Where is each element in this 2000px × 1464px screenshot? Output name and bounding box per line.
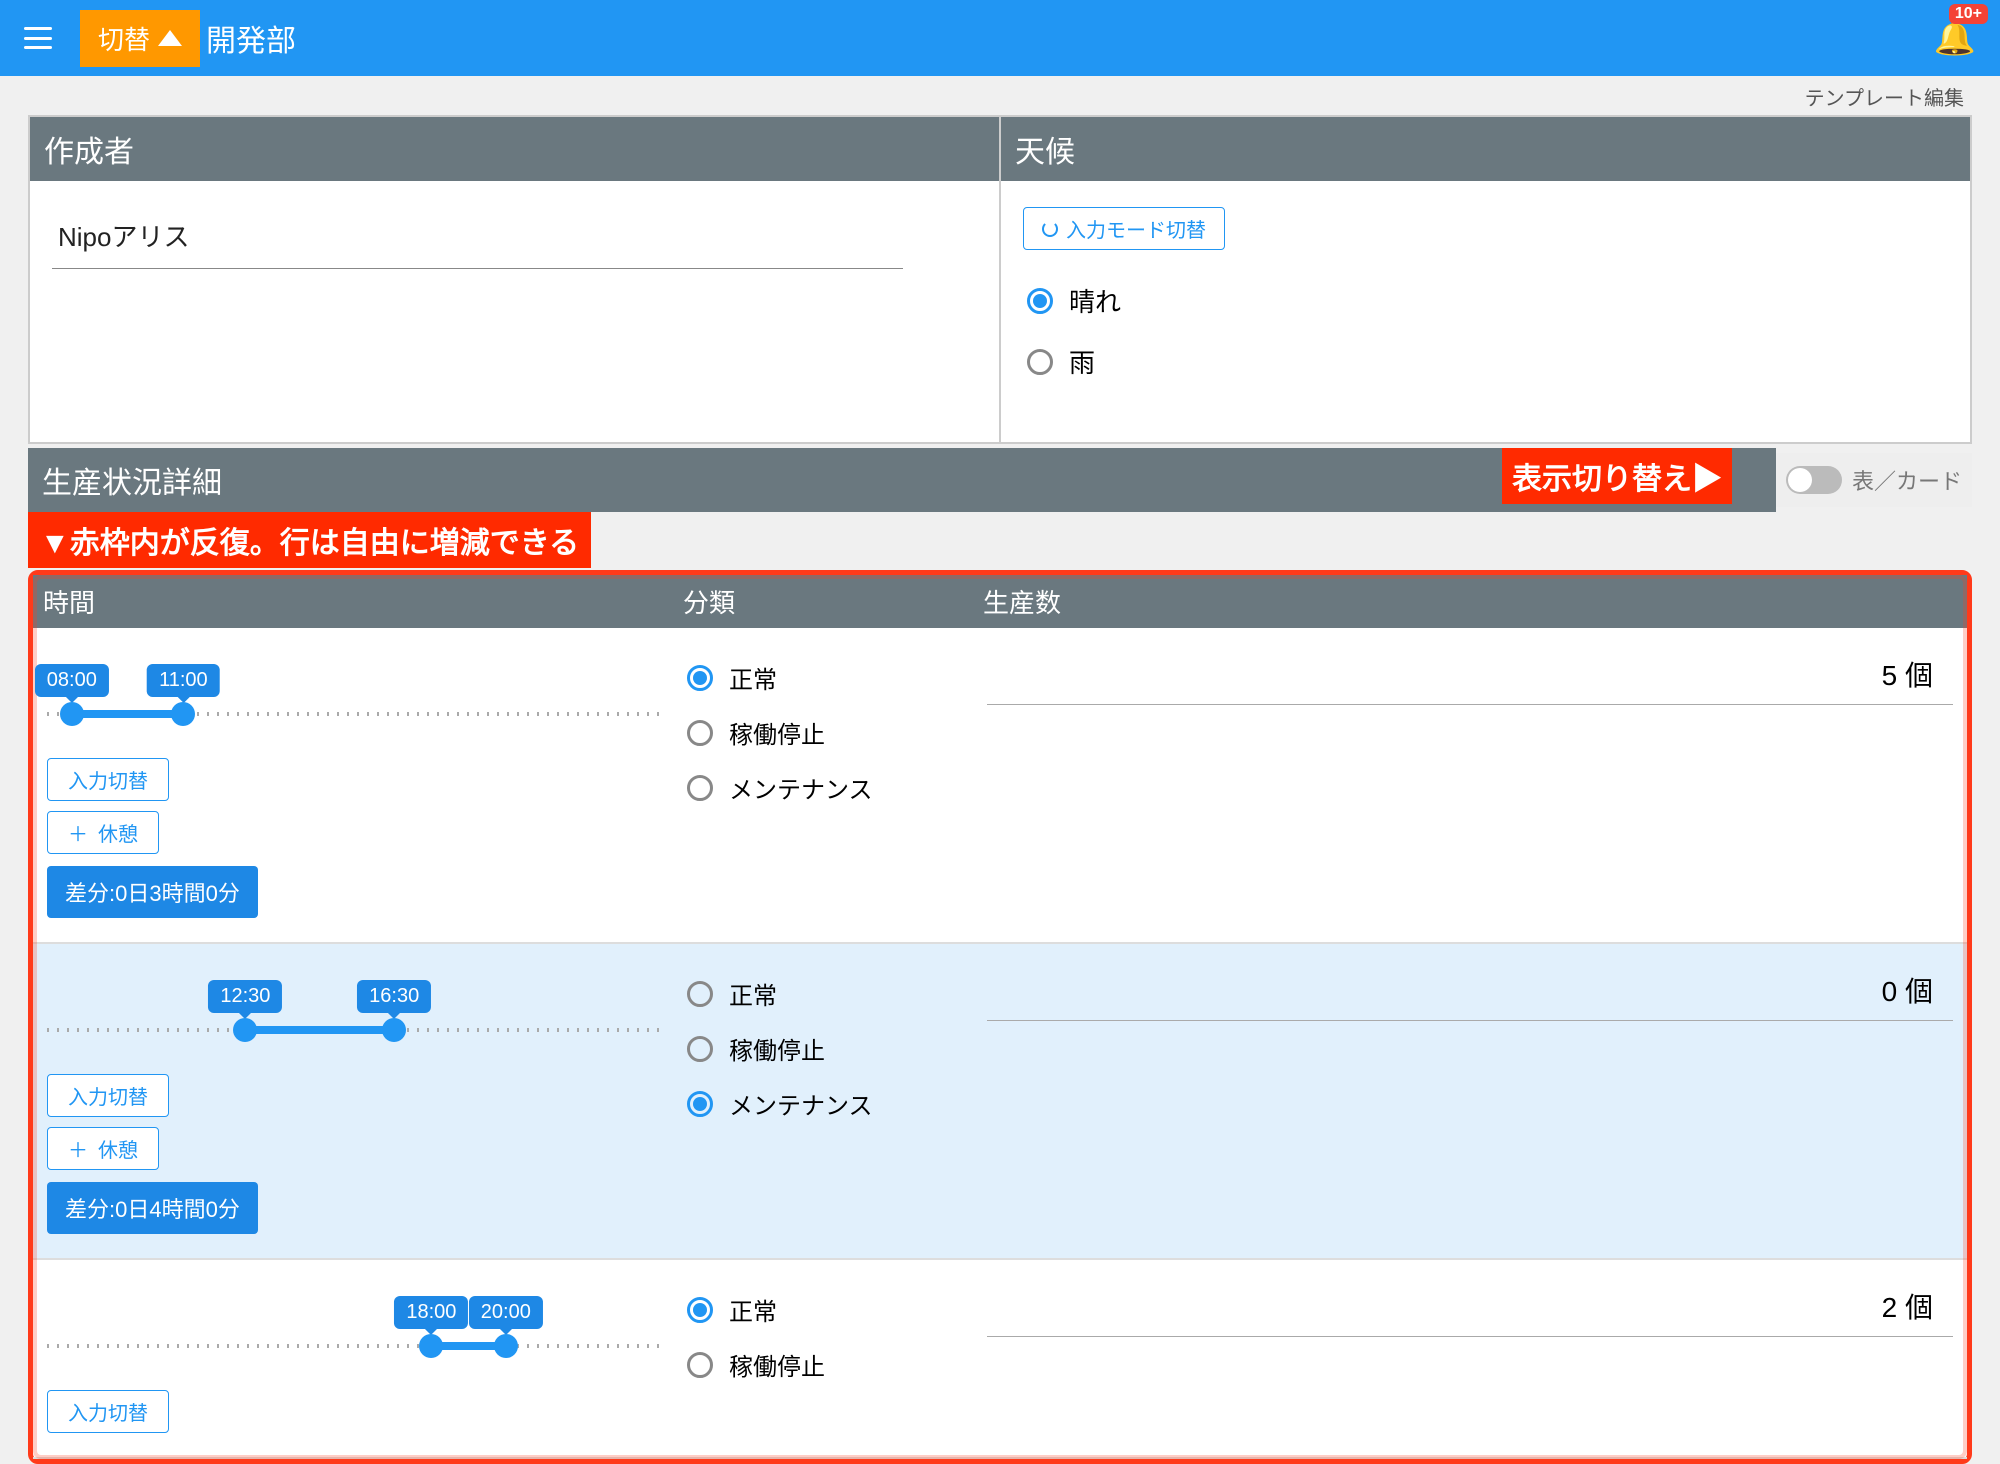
category-option[interactable]: 正常 [687,650,987,705]
input-switch-button[interactable]: 入力切替 [47,1074,169,1117]
slider-knob-end[interactable] [171,702,195,726]
toggle-label: 表／カード [1852,464,1962,496]
category-label: 正常 [729,1292,777,1327]
slider-knob-start[interactable] [233,1018,257,1042]
weather-options: 晴れ雨 [1023,270,1948,392]
start-time-bubble: 18:00 [394,1296,468,1329]
add-break-button[interactable]: ＋休憩 [47,811,159,854]
author-value[interactable]: Nipoアリス [52,207,903,269]
start-time-bubble: 08:00 [35,664,109,697]
input-switch-button[interactable]: 入力切替 [47,758,169,801]
category-label: 稼働停止 [729,1347,825,1382]
count-value[interactable]: 5 個 [987,654,1953,705]
plus-icon: ＋ [68,1134,88,1163]
production-row: 12:3016:30入力切替＋休憩差分:0日4時間0分正常稼働停止メンテナンス0… [33,944,1967,1260]
category-label: 正常 [729,976,777,1011]
time-range-slider[interactable]: 18:0020:00 [47,1308,667,1380]
production-row: 08:0011:00入力切替＋休憩差分:0日3時間0分正常稼働停止メンテナンス5… [33,628,1967,944]
category-label: 稼働停止 [729,1031,825,1066]
repeating-section: 時間 分類 生産数 08:0011:00入力切替＋休憩差分:0日3時間0分正常稼… [28,570,1972,1464]
radio-icon [687,775,713,801]
menu-icon[interactable] [24,27,52,49]
production-header-row: 生産状況詳細 表示切り替え▶ 表／カード [28,448,1972,512]
category-option[interactable]: メンテナンス [687,1076,987,1131]
plus-icon: ＋ [68,818,88,847]
end-time-bubble: 20:00 [469,1296,543,1329]
col-category: 分類 [683,583,983,620]
page-title: 開発部 [206,16,296,60]
category-option[interactable]: 稼働停止 [687,1337,987,1392]
count-value[interactable]: 0 個 [987,970,1953,1021]
category-option[interactable]: 正常 [687,966,987,1021]
refresh-icon [1042,221,1058,237]
radio-icon [687,720,713,746]
production-row: 18:0020:00 入力切替 正常稼働停止 2 個 [33,1260,1967,1459]
template-edit-link[interactable]: テンプレート編集 [28,76,1972,115]
notifications-button[interactable]: 🔔 10+ [1934,18,1976,58]
radio-icon [687,665,713,691]
top-panels: 作成者 Nipoアリス 天候 入力モード切替 晴れ雨 [28,115,1972,444]
time-diff-chip: 差分:0日3時間0分 [47,866,258,918]
slider-knob-end[interactable] [494,1334,518,1358]
time-range-slider[interactable]: 08:0011:00 [47,676,667,748]
weather-option-label: 晴れ [1069,282,1121,319]
time-diff-chip: 差分:0日4時間0分 [47,1182,258,1234]
radio-icon [687,1352,713,1378]
radio-icon [687,1297,713,1323]
weather-panel: 天候 入力モード切替 晴れ雨 [999,117,1970,442]
display-toggle-annotation: 表示切り替え▶ [1502,448,1732,504]
add-break-button[interactable]: ＋休憩 [47,1127,159,1170]
category-label: 稼働停止 [729,715,825,750]
category-option[interactable]: メンテナンス [687,760,987,815]
category-label: メンテナンス [729,770,873,805]
weather-option[interactable]: 晴れ [1023,270,1948,331]
count-value[interactable]: 2 個 [987,1286,1953,1337]
slider-knob-start[interactable] [60,702,84,726]
triangle-up-icon [158,30,182,46]
radio-icon [687,1036,713,1062]
category-option[interactable]: 稼働停止 [687,705,987,760]
col-count: 生産数 [983,583,1957,620]
slider-knob-start[interactable] [419,1334,443,1358]
end-time-bubble: 16:30 [357,980,431,1013]
weather-option[interactable]: 雨 [1023,331,1948,392]
category-label: メンテナンス [729,1086,873,1121]
author-panel: 作成者 Nipoアリス [30,117,999,442]
author-header: 作成者 [30,117,999,181]
radio-icon [1027,288,1053,314]
weather-header: 天候 [1001,117,1970,181]
input-mode-switch-button[interactable]: 入力モード切替 [1023,207,1225,250]
topbar: 切替 開発部 🔔 10+ [0,0,2000,76]
time-range-slider[interactable]: 12:3016:30 [47,992,667,1064]
start-time-bubble: 12:30 [208,980,282,1013]
radio-icon [1027,349,1053,375]
notification-badge: 10+ [1949,4,1988,24]
slider-knob-end[interactable] [382,1018,406,1042]
repeat-annotation: ▼赤枠内が反復。行は自由に増減できる [28,512,591,568]
category-option[interactable]: 正常 [687,1282,987,1337]
end-time-bubble: 11:00 [147,664,220,697]
radio-icon [687,1091,713,1117]
category-option[interactable]: 稼働停止 [687,1021,987,1076]
radio-icon [687,981,713,1007]
input-switch-button[interactable]: 入力切替 [47,1390,169,1433]
switch-button[interactable]: 切替 [80,10,200,67]
table-header: 時間 分類 生産数 [33,575,1967,628]
category-label: 正常 [729,660,777,695]
weather-option-label: 雨 [1069,343,1095,380]
col-time: 時間 [43,583,683,620]
bell-icon: 🔔 [1934,19,1976,57]
display-mode-toggle[interactable] [1786,466,1842,494]
